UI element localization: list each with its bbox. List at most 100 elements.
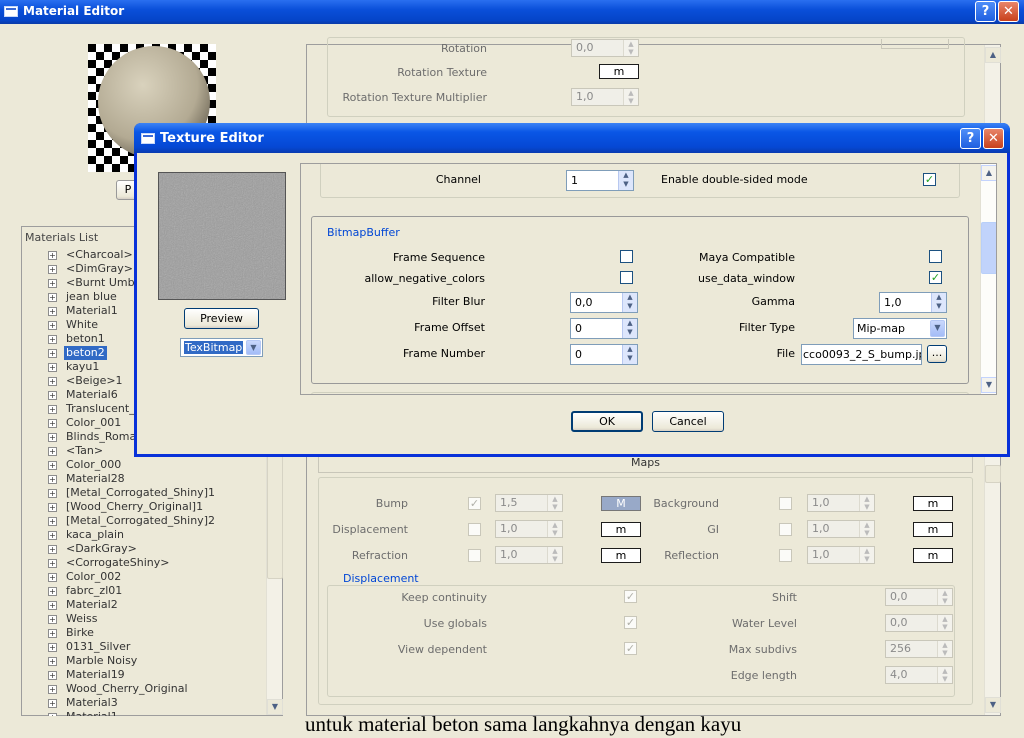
expand-icon[interactable]: + xyxy=(48,587,57,596)
expand-icon[interactable]: + xyxy=(48,545,57,554)
properties-scroll-up[interactable]: ▲ xyxy=(985,47,1001,63)
map-checkbox-right[interactable] xyxy=(779,497,792,510)
texture-type-select[interactable]: TexBitmap ▼ xyxy=(180,338,263,357)
material-list-item[interactable]: + Material28 xyxy=(22,472,266,486)
expand-icon[interactable]: + xyxy=(48,265,57,274)
maya-compatible-checkbox[interactable] xyxy=(929,250,942,263)
map-button-right[interactable]: m xyxy=(913,522,953,537)
file-browse-button[interactable]: ... xyxy=(927,345,947,363)
texture-scroll-up[interactable]: ▲ xyxy=(981,165,996,181)
expand-icon[interactable]: + xyxy=(48,475,57,484)
expand-icon[interactable]: + xyxy=(48,671,57,680)
texture-scroll-thumb[interactable] xyxy=(981,222,996,274)
expand-icon[interactable]: + xyxy=(48,615,57,624)
keep-continuity-checkbox[interactable]: ✓ xyxy=(624,590,637,603)
expand-icon[interactable]: + xyxy=(48,643,57,652)
file-path-input[interactable]: cco0093_2_S_bump.jpg xyxy=(801,344,922,365)
expand-icon[interactable]: + xyxy=(48,573,57,582)
use-data-window-checkbox[interactable]: ✓ xyxy=(929,271,942,284)
expand-icon[interactable]: + xyxy=(48,251,57,260)
water-level-input[interactable]: 0,0 ▲ ▼ xyxy=(885,614,953,632)
material-list-item[interactable]: + kaca_plain xyxy=(22,528,266,542)
main-close-button[interactable]: ✕ xyxy=(998,1,1019,22)
map-amount-right[interactable]: 1,0 ▲ ▼ xyxy=(807,520,875,538)
filter-type-select[interactable]: Mip-map ▼ xyxy=(853,318,947,339)
texture-preview-button[interactable]: Preview xyxy=(184,308,259,329)
max-subdivs-input[interactable]: 256 ▲ ▼ xyxy=(885,640,953,658)
filter-blur-input[interactable]: 0,0 ▲ ▼ xyxy=(570,292,638,313)
properties-scroll-down[interactable]: ▼ xyxy=(985,697,1001,713)
expand-icon[interactable]: + xyxy=(48,489,57,498)
map-button-right[interactable]: m xyxy=(913,496,953,511)
material-list-item[interactable]: + [Metal_Corrogated_Shiny]1 xyxy=(22,486,266,500)
map-checkbox-left[interactable]: ✓ xyxy=(468,497,481,510)
properties-scroll-thumb[interactable] xyxy=(985,465,1001,483)
texture-properties-scrollbar[interactable]: ▲ ▼ xyxy=(980,164,996,394)
expand-icon[interactable]: + xyxy=(48,321,57,330)
material-list-item[interactable]: + Color_002 xyxy=(22,570,266,584)
expand-icon[interactable]: + xyxy=(48,503,57,512)
map-amount-left[interactable]: 1,5 ▲ ▼ xyxy=(495,494,563,512)
map-amount-left[interactable]: 1,0 ▲ ▼ xyxy=(495,546,563,564)
map-checkbox-right[interactable] xyxy=(779,523,792,536)
map-checkbox-left[interactable] xyxy=(468,523,481,536)
expand-icon[interactable]: + xyxy=(48,601,57,610)
map-checkbox-left[interactable] xyxy=(468,549,481,562)
expand-icon[interactable]: + xyxy=(48,461,57,470)
material-list-item[interactable]: + <CorrogateShiny> xyxy=(22,556,266,570)
material-list-item[interactable]: + Material19 xyxy=(22,668,266,682)
expand-icon[interactable]: + xyxy=(48,293,57,302)
texture-editor-close-button[interactable]: ✕ xyxy=(983,128,1004,149)
frame-sequence-checkbox[interactable] xyxy=(620,250,633,263)
expand-icon[interactable]: + xyxy=(48,629,57,638)
main-help-button[interactable]: ? xyxy=(975,1,996,22)
material-list-item[interactable]: + fabrc_zl01 xyxy=(22,584,266,598)
gamma-input[interactable]: 1,0 ▲ ▼ xyxy=(879,292,947,313)
channel-input[interactable]: 1 ▲ ▼ xyxy=(566,170,634,191)
rotation-multiplier-input[interactable]: 1,0 ▲ ▼ xyxy=(571,88,639,106)
expand-icon[interactable]: + xyxy=(48,713,57,716)
cancel-button[interactable]: Cancel xyxy=(652,411,724,432)
material-list-item[interactable]: + Marble Noisy xyxy=(22,654,266,668)
expand-icon[interactable]: + xyxy=(48,377,57,386)
allow-negative-checkbox[interactable] xyxy=(620,271,633,284)
expand-icon[interactable]: + xyxy=(48,419,57,428)
expand-icon[interactable]: + xyxy=(48,699,57,708)
material-list-item[interactable]: + Wood_Cherry_Original xyxy=(22,682,266,696)
texture-editor-help-button[interactable]: ? xyxy=(960,128,981,149)
material-list-item[interactable]: + Color_000 xyxy=(22,458,266,472)
expand-icon[interactable]: + xyxy=(48,685,57,694)
material-list-item[interactable]: +0131_Silver xyxy=(22,640,266,654)
expand-icon[interactable]: + xyxy=(48,405,57,414)
rotation-input[interactable]: 0,0 ▲ ▼ xyxy=(571,39,639,57)
material-list-item[interactable]: + [Metal_Corrogated_Shiny]2 xyxy=(22,514,266,528)
rotation-texture-button[interactable]: m xyxy=(599,64,639,79)
view-dependent-checkbox[interactable]: ✓ xyxy=(624,642,637,655)
shift-input[interactable]: 0,0 ▲ ▼ xyxy=(885,588,953,606)
material-list-item[interactable]: + <DarkGray> xyxy=(22,542,266,556)
expand-icon[interactable]: + xyxy=(48,363,57,372)
expand-icon[interactable]: + xyxy=(48,307,57,316)
frame-number-input[interactable]: 0 ▲ ▼ xyxy=(570,344,638,365)
map-button-right[interactable]: m xyxy=(913,548,953,563)
material-list-item[interactable]: + Material3 xyxy=(22,696,266,710)
expand-icon[interactable]: + xyxy=(48,531,57,540)
material-list-item[interactable]: + Material2 xyxy=(22,598,266,612)
material-list-item[interactable]: + Material1 xyxy=(22,710,266,716)
material-list-item[interactable]: + Birke xyxy=(22,626,266,640)
materials-scroll-down[interactable]: ▼ xyxy=(267,699,283,715)
expand-icon[interactable]: + xyxy=(48,433,57,442)
material-list-item[interactable]: + [Wood_Cherry_Original]1 xyxy=(22,500,266,514)
use-globals-checkbox[interactable]: ✓ xyxy=(624,616,637,629)
map-amount-left[interactable]: 1,0 ▲ ▼ xyxy=(495,520,563,538)
double-sided-checkbox[interactable]: ✓ xyxy=(923,173,936,186)
expand-icon[interactable]: + xyxy=(48,657,57,666)
expand-icon[interactable]: + xyxy=(48,349,57,358)
expand-icon[interactable]: + xyxy=(48,447,57,456)
material-list-item[interactable]: + Weiss xyxy=(22,612,266,626)
expand-icon[interactable]: + xyxy=(48,517,57,526)
map-amount-right[interactable]: 1,0 ▲ ▼ xyxy=(807,546,875,564)
map-checkbox-right[interactable] xyxy=(779,549,792,562)
frame-offset-input[interactable]: 0 ▲ ▼ xyxy=(570,318,638,339)
texture-scroll-down[interactable]: ▼ xyxy=(981,377,996,393)
